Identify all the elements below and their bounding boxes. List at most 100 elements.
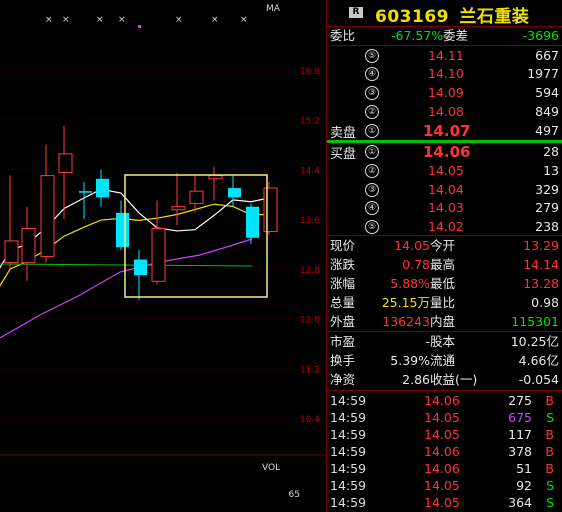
- stat-value: -0.054: [518, 372, 559, 387]
- y-tick-label: 14.4: [300, 166, 320, 176]
- svg-text:×: ×: [211, 15, 219, 25]
- stat-row: 涨跌 0.78 最高 14.14: [327, 256, 562, 274]
- ma-label: MA: [266, 4, 281, 14]
- buy-row: ② 14.05 13: [327, 162, 562, 180]
- sell-volume: 667: [535, 48, 559, 63]
- tick-volume: 275: [508, 393, 532, 408]
- r-badge: R: [349, 7, 363, 18]
- buy-volume: 279: [535, 200, 559, 215]
- stat-label: 涨跌: [330, 257, 356, 272]
- stat-label: 换手: [330, 353, 356, 368]
- tick-side: B: [545, 461, 554, 476]
- tick-time: 14:59: [330, 427, 367, 442]
- stat-label: 现价: [330, 238, 356, 253]
- tick-volume: 675: [508, 410, 532, 425]
- stat-value: 5.39%: [390, 353, 430, 368]
- candle-body: [21, 227, 36, 264]
- stat-label: 内盘: [430, 314, 456, 329]
- stat-label: 收益(一): [430, 372, 478, 387]
- candle-body: [40, 175, 55, 257]
- sell-price: 14.11: [428, 48, 464, 63]
- stat-label: 外盘: [330, 314, 356, 329]
- level-marker: ③: [365, 183, 379, 197]
- y-tick-label: 12.0: [300, 316, 320, 326]
- candlestick-chart[interactable]: 16.0 15.2 14.4 13.6 12.8 12.0 11.2 10.4 × × × ×…: [0, 0, 326, 512]
- candle-body: [4, 240, 19, 264]
- stat-value: 13.28: [523, 276, 559, 291]
- stat-value: 10.25亿: [510, 334, 559, 349]
- tick-time: 14:59: [330, 410, 367, 425]
- level-marker: ⑤: [365, 49, 379, 63]
- stat-value: 0.78: [402, 257, 430, 272]
- tick-price: 14.05: [424, 495, 460, 510]
- sell-row: ① 14.07 497: [327, 122, 562, 140]
- y-tick-label: 13.6: [300, 216, 320, 226]
- stock-code: 603169: [375, 7, 449, 27]
- weibi-row: 委比 -67.57% 委差 -3696: [327, 27, 562, 45]
- buy-volume: 238: [535, 219, 559, 234]
- stat-value: 14.05: [394, 238, 430, 253]
- ma30-line: [0, 238, 253, 339]
- svg-text:×: ×: [240, 15, 248, 25]
- stat-label: 今开: [430, 238, 456, 253]
- stat-value: 2.86: [402, 372, 430, 387]
- stat-value: 4.66亿: [518, 353, 559, 368]
- sell-label: 卖盘: [330, 126, 357, 141]
- candle-body: [263, 187, 278, 233]
- buy-volume: 329: [535, 182, 559, 197]
- tick-volume: 51: [516, 461, 532, 476]
- stat-label: 总量: [330, 295, 356, 310]
- tick-row: 14:59 14.05 117 B: [327, 426, 562, 444]
- tick-side: S: [546, 478, 554, 493]
- svg-text:×: ×: [96, 15, 104, 25]
- tick-side: B: [545, 393, 554, 408]
- tick-price: 14.05: [424, 410, 460, 425]
- stat-label: 最低: [430, 276, 456, 291]
- tick-price: 14.06: [424, 444, 460, 459]
- tick-volume: 117: [508, 427, 532, 442]
- sell-price: 14.09: [428, 85, 464, 100]
- tick-side: B: [545, 427, 554, 442]
- candle-body: [151, 227, 166, 282]
- vol-axis-value: 65: [289, 490, 300, 500]
- y-tick-label: 10.4: [300, 415, 320, 425]
- candle-body: [58, 153, 73, 174]
- sell-price: 14.08: [428, 104, 464, 119]
- weicha-label: 委差: [443, 28, 469, 43]
- tick-row: 14:59 14.06 51 B: [327, 460, 562, 478]
- sell-row: ④ 14.10 1977: [327, 65, 562, 83]
- sell-volume: 497: [535, 123, 559, 138]
- svg-text:×: ×: [175, 15, 183, 25]
- tick-price: 14.05: [424, 478, 460, 493]
- y-tick-label: 11.2: [300, 365, 320, 375]
- vol-label: VOL: [262, 463, 280, 473]
- stat-label: 流通: [430, 353, 456, 368]
- tick-side: S: [546, 410, 554, 425]
- weicha-value: -3696: [522, 28, 559, 43]
- level-marker: ④: [365, 67, 379, 81]
- tick-time: 14:59: [330, 393, 367, 408]
- fundamental-row: 净资 2.86 收益(一) -0.054: [327, 371, 562, 389]
- y-tick-label: 15.2: [300, 117, 320, 127]
- stat-row: 总量 25.15万 量比 0.98: [327, 294, 562, 312]
- sell-volume: 1977: [527, 66, 559, 81]
- svg-text:×: ×: [118, 15, 126, 25]
- tick-volume: 378: [508, 444, 532, 459]
- stock-header: R 603169 兰石重装: [327, 0, 562, 27]
- stat-value: 13.29: [523, 238, 559, 253]
- sell-price: 14.10: [428, 66, 464, 81]
- stat-row: 外盘 136243 内盘 115301: [327, 313, 562, 331]
- buy-price: 14.05: [428, 163, 464, 178]
- candle-body: [189, 190, 204, 205]
- stat-value: 115301: [511, 314, 559, 329]
- candle-body: [228, 188, 241, 198]
- weibi-value: -67.57%: [391, 28, 444, 43]
- tick-row: 14:59 14.06 275 B: [327, 392, 562, 410]
- candle-body: [116, 212, 129, 248]
- level-marker: ③: [365, 86, 379, 100]
- tick-price: 14.05: [424, 427, 460, 442]
- tick-row: 14:59 14.05 364 S: [327, 494, 562, 512]
- stock-name: 兰石重装: [459, 7, 530, 27]
- svg-text:×: ×: [62, 15, 70, 25]
- stat-label: 净资: [330, 372, 356, 387]
